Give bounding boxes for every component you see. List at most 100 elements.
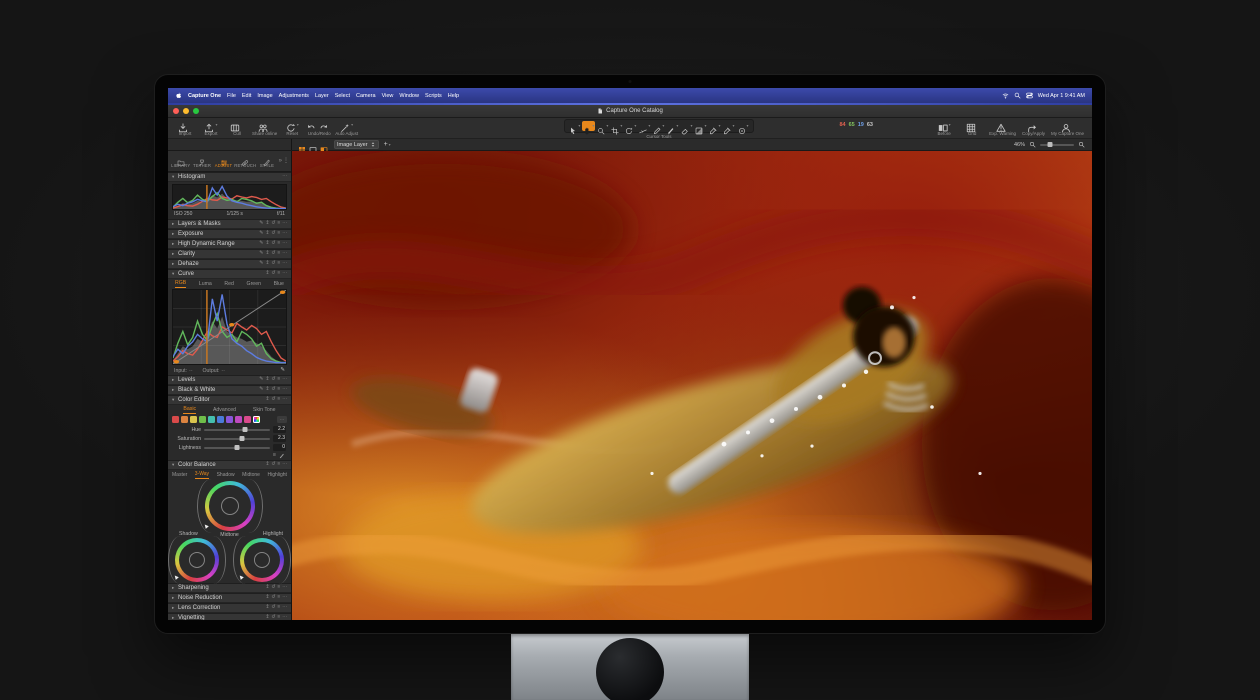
copy-icon[interactable]: ↥ — [265, 586, 269, 591]
color-balance-tab[interactable]: Midtone — [242, 472, 260, 478]
slider-thumb[interactable] — [235, 445, 240, 450]
presets-icon[interactable]: ≡ — [277, 606, 280, 611]
color-editor-tab[interactable]: Advanced — [213, 407, 236, 413]
more-options-icon[interactable]: ⋯ — [282, 398, 287, 403]
toolbar-button[interactable]: ▾ Exp. Warning — [989, 119, 1016, 136]
cursor-tool-button[interactable]: ▾ — [708, 121, 721, 131]
color-editor-tab[interactable]: Skin Tone — [253, 407, 276, 413]
slider-track[interactable] — [204, 438, 270, 440]
collapsed-section-header[interactable]: ▸ Vignetting ↥↺≡⋯ — [168, 613, 291, 620]
menu-item[interactable]: File — [227, 93, 236, 99]
more-options-icon[interactable]: ⋯ — [282, 616, 287, 620]
cursor-tool-button[interactable]: ▾ — [722, 121, 735, 131]
menu-item[interactable]: Camera — [356, 93, 376, 99]
collapsed-section-header[interactable]: ▸ Black & White ✎↥↺≡⋯ — [168, 385, 291, 395]
copy-icon[interactable]: ↥ — [265, 378, 269, 383]
menu-item[interactable]: View — [382, 93, 394, 99]
layer-select[interactable]: Image Layer — [334, 140, 379, 149]
all-colors-swatch[interactable] — [253, 416, 260, 423]
more-options-icon[interactable]: ⋯ — [282, 175, 287, 180]
more-options-icon[interactable]: ⋯ — [282, 222, 287, 227]
presets-icon[interactable]: ≡ — [277, 388, 280, 393]
reset-icon[interactable]: ↺ — [271, 586, 275, 591]
swatch-more-button[interactable]: ⋯ — [277, 416, 287, 423]
primary-view-icon[interactable] — [309, 141, 317, 149]
presets-icon[interactable]: ≡ — [277, 616, 280, 620]
presets-icon[interactable]: ≡ — [277, 262, 280, 267]
slider-track[interactable] — [204, 429, 270, 431]
collapsed-section-header[interactable]: ▸ Levels ✎↥↺≡⋯ — [168, 375, 291, 385]
presets-icon[interactable]: ≡ — [277, 463, 280, 468]
slider-track[interactable] — [204, 447, 270, 449]
copy-icon[interactable]: ↥ — [265, 616, 269, 620]
toolbar-button[interactable]: ▾ Export — [200, 119, 222, 136]
more-options-icon[interactable]: ⋯ — [282, 242, 287, 247]
color-balance-tab[interactable]: Master — [172, 472, 187, 478]
edit-icon[interactable]: ✎ — [259, 378, 263, 383]
toolbar-button[interactable]: ▾ Grid — [961, 119, 983, 136]
slider-thumb[interactable] — [242, 427, 247, 432]
menu-item[interactable]: Edit — [242, 93, 251, 99]
tool-tab[interactable]: TETHER — [191, 154, 212, 168]
reset-icon[interactable]: ↺ — [271, 242, 275, 247]
midtone-color-wheel[interactable] — [205, 481, 255, 531]
color-swatch[interactable] — [217, 416, 224, 423]
copy-icon[interactable]: ↥ — [265, 596, 269, 601]
reset-icon[interactable]: ↺ — [271, 378, 275, 383]
presets-icon[interactable]: ≡ — [277, 252, 280, 257]
toolbar-button[interactable]: ▾ Share online — [252, 119, 277, 136]
toolbar-button[interactable]: ▾ My Capture One — [1051, 119, 1084, 136]
cursor-tool-button[interactable]: ▾ — [666, 121, 679, 131]
slider-value[interactable]: 2.3 — [273, 435, 286, 442]
presets-icon[interactable]: ≡ — [277, 398, 280, 403]
wifi-icon[interactable] — [1002, 92, 1009, 99]
highlight-color-wheel[interactable] — [240, 538, 284, 582]
title-bar[interactable]: Capture One Catalog — [168, 105, 1092, 118]
reset-icon[interactable]: ↺ — [271, 222, 275, 227]
copy-icon[interactable]: ↥ — [265, 388, 269, 393]
zoom-slider[interactable] — [1040, 144, 1074, 146]
copy-icon[interactable]: ↥ — [265, 232, 269, 237]
toolbar-button[interactable]: ▾ Auto Adjust — [335, 119, 358, 136]
reset-icon[interactable]: ↺ — [271, 606, 275, 611]
color-swatch[interactable] — [181, 416, 188, 423]
menu-item[interactable]: Image — [257, 93, 272, 99]
collapsed-section-header[interactable]: ▸ Dehaze ✎↥↺≡⋯ — [168, 259, 291, 269]
presets-icon[interactable]: ≡ — [277, 586, 280, 591]
color-swatch[interactable] — [226, 416, 233, 423]
list-view-icon[interactable]: ≡ — [273, 453, 276, 459]
search-icon[interactable] — [1014, 92, 1021, 99]
multi-view-icon[interactable] — [298, 141, 306, 149]
slider-thumb[interactable] — [240, 436, 245, 441]
cursor-tool-button[interactable]: ▾ — [680, 121, 693, 131]
toolbar-button[interactable]: ▾ Undo/Redo — [307, 119, 331, 136]
curve-channel-tab[interactable]: Red — [224, 281, 234, 287]
tool-tab[interactable]: RETOUCH — [234, 154, 256, 168]
collapsed-section-header[interactable]: ▸ Sharpening ↥↺≡⋯ — [168, 583, 291, 593]
reset-icon[interactable]: ↺ — [271, 262, 275, 267]
collapsed-section-header[interactable]: ▸ Clarity ✎↥↺≡⋯ — [168, 249, 291, 259]
edit-icon[interactable]: ✎ — [259, 222, 263, 227]
more-options-icon[interactable]: ⋯ — [282, 463, 287, 468]
apple-logo-icon[interactable] — [175, 92, 182, 99]
more-options-icon[interactable]: ⋯ — [282, 586, 287, 591]
more-options-icon[interactable]: ⋯ — [282, 378, 287, 383]
cursor-tool-button[interactable]: ▾ — [737, 121, 750, 131]
reset-icon[interactable]: ↺ — [271, 596, 275, 601]
copy-icon[interactable]: ↥ — [265, 242, 269, 247]
more-options-icon[interactable]: ⋯ — [282, 272, 287, 277]
copy-icon[interactable]: ↥ — [265, 398, 269, 403]
section-header-color-balance[interactable]: ▾ Color Balance ↥↺≡⋯ — [168, 460, 291, 470]
curve-graph[interactable] — [172, 289, 287, 365]
close-button[interactable] — [173, 108, 179, 114]
copy-icon[interactable]: ↥ — [265, 222, 269, 227]
copy-icon[interactable]: ↥ — [265, 463, 269, 468]
image-viewer[interactable] — [292, 151, 1092, 620]
toolbar-button[interactable]: ▾ Cull — [226, 119, 248, 136]
presets-icon[interactable]: ≡ — [277, 222, 280, 227]
curve-channel-tab[interactable]: Blue — [274, 281, 284, 287]
menu-clock[interactable]: Wed Apr 1 9:41 AM — [1038, 93, 1085, 99]
more-tabs-icon[interactable]: » — [279, 158, 282, 164]
copy-icon[interactable]: ↥ — [265, 252, 269, 257]
reset-icon[interactable]: ↺ — [271, 272, 275, 277]
